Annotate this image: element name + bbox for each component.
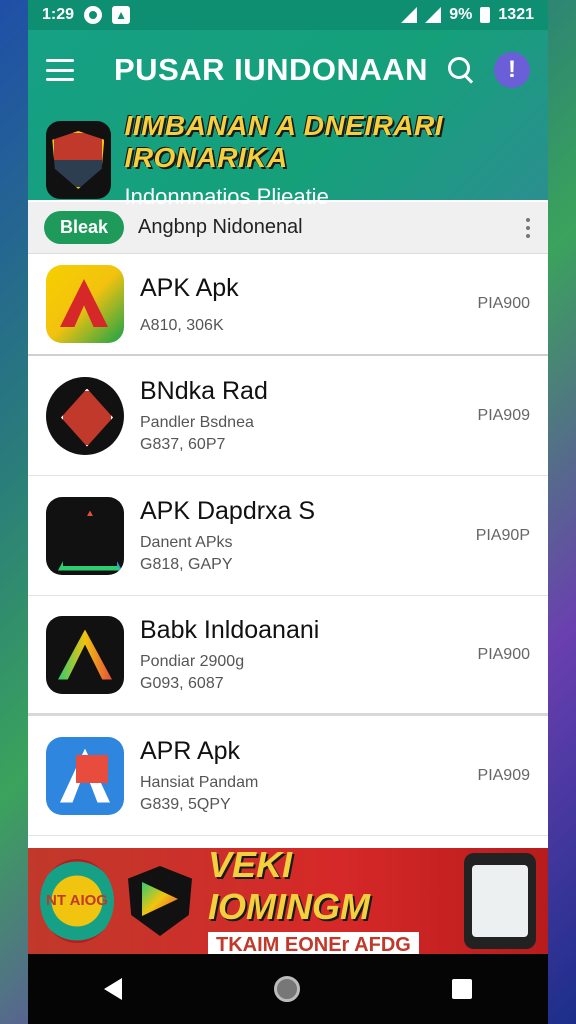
menu-icon[interactable] xyxy=(46,59,74,81)
app-developer: Danent APks xyxy=(140,534,233,551)
status-bar: 1:29 ▲ 9% 1321 xyxy=(28,0,548,30)
navigation-bar xyxy=(28,954,548,1024)
apk-app-icon xyxy=(46,265,124,343)
app-meta: G839, 5QPY xyxy=(140,796,231,813)
header-banner: IIMBANAN A DNEIRARI IRONARIKA Indonnnati… xyxy=(28,110,548,210)
back-icon[interactable] xyxy=(104,978,122,1000)
app-name: Babk Inldoanani xyxy=(140,616,320,644)
app-price: PIA909 xyxy=(477,406,530,424)
app-price: PIA900 xyxy=(477,295,530,312)
app-developer: Pandler Bsdnea xyxy=(140,414,254,431)
list-item[interactable]: BNdka Rad Pandler Bsdnea G837, 60P7 PIA9… xyxy=(28,356,548,476)
recents-icon[interactable] xyxy=(452,979,472,999)
app-price: PIA900 xyxy=(477,645,530,663)
app-price: PIA909 xyxy=(477,766,530,784)
app-meta: A810, 306K xyxy=(140,316,224,334)
filter-label: Angbnp Nidonenal xyxy=(138,216,303,238)
filter-chip[interactable]: Bleak xyxy=(44,211,125,244)
list-item[interactable]: APR Apk Hansiat Pandam G839, 5QPY PIA909 xyxy=(28,716,548,836)
notification-icon xyxy=(84,6,103,24)
app-name: APR Apk xyxy=(140,737,241,765)
promo-banner[interactable]: NT AIOG VEKI IOMINGM TKAIM EONEr AFDG xyxy=(28,844,548,959)
more-options-icon[interactable] xyxy=(526,217,532,238)
app-developer: Pondiar 2900g xyxy=(140,653,245,670)
emblem-logo xyxy=(46,121,111,199)
alert-icon[interactable]: ! xyxy=(494,52,530,88)
shield-icon xyxy=(128,866,192,936)
list-item[interactable]: Babk Inldoanani Pondiar 2900g G093, 6087… xyxy=(28,596,548,716)
app-meta: G818, GAPY xyxy=(140,556,233,573)
wifi-icon xyxy=(425,7,442,23)
app-bar: PUSAR IUNDONAAN ! IIMBANAN A DNEIRARI IR… xyxy=(28,30,548,209)
app-price: PIA90P xyxy=(475,526,530,544)
status-time: 1:29 xyxy=(42,6,75,23)
search-icon[interactable] xyxy=(446,55,476,85)
app-name: APK Apk xyxy=(140,273,239,302)
banner-subtitle: Indonnnatios Plieatie xyxy=(124,184,329,209)
app-name: BNdka Rad xyxy=(140,377,268,405)
app-name: APK Dapdrxa S xyxy=(140,497,316,525)
app-icon xyxy=(46,376,124,455)
app-icon xyxy=(46,496,124,575)
app-notification-icon: ▲ xyxy=(112,6,131,24)
app-icon xyxy=(46,736,124,815)
promo-badge: NT AIOG xyxy=(40,859,114,943)
banner-headline: IIMBANAN A DNEIRARI IRONARIKA xyxy=(124,110,444,173)
phone-icon xyxy=(464,853,536,949)
list-item[interactable]: APK Dapdrxa S Danent APks G818, GAPY PIA… xyxy=(28,476,548,596)
app-title: PUSAR IUNDONAAN xyxy=(114,52,429,87)
app-meta: G837, 60P7 xyxy=(140,436,226,453)
app-developer: Hansiat Pandam xyxy=(140,774,259,791)
app-meta: G093, 6087 xyxy=(140,675,224,692)
list-item[interactable]: APK Apk A810, 306K PIA900 xyxy=(28,254,548,356)
battery-percent: 9% xyxy=(449,6,473,23)
home-icon[interactable] xyxy=(274,976,300,1002)
status-clock: 1321 xyxy=(498,6,534,23)
app-list: APK Apk A810, 306K PIA900 BNdka Rad Pand… xyxy=(28,254,548,836)
promo-headline: VEKI IOMINGM xyxy=(208,843,370,927)
battery-icon xyxy=(480,7,491,23)
phone-screen: 1:29 ▲ 9% 1321 PUSAR IUNDONAAN ! IIMBANA… xyxy=(28,0,548,1024)
signal-icon xyxy=(401,7,418,23)
app-icon xyxy=(46,615,124,694)
